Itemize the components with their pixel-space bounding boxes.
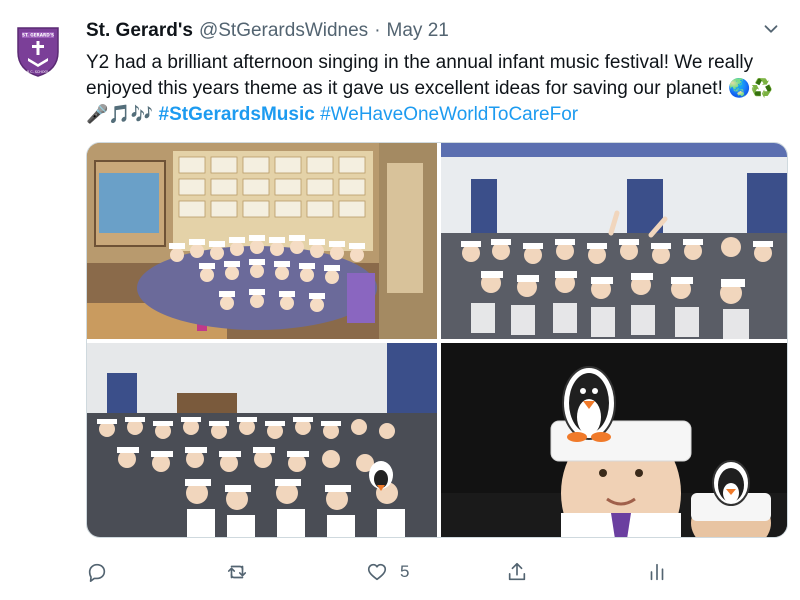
media-grid [86, 142, 788, 538]
tweet-body: Y2 had a brilliant afternoon singing in … [86, 52, 754, 99]
avatar[interactable]: ST. GERARD'S R.C. SCHOOL [6, 18, 70, 82]
chevron-down-icon [764, 25, 778, 33]
hashtag-stgerardsmusic[interactable]: #StGerardsMusic [159, 104, 315, 125]
separator-dot: · [374, 20, 381, 41]
school-crest-icon: ST. GERARD'S R.C. SCHOOL [6, 18, 70, 82]
like-button[interactable]: 5 [366, 558, 409, 586]
photo-classroom-group[interactable] [87, 143, 437, 339]
avatar-subtext: R.C. SCHOOL [27, 70, 49, 74]
tweet[interactable]: ST. GERARD'S R.C. SCHOOL St. Gerard's @S… [0, 0, 800, 600]
tweet-text: Y2 had a brilliant afternoon singing in … [86, 50, 776, 128]
retweet-icon [227, 565, 247, 579]
reply-icon [88, 563, 106, 582]
reply-button[interactable] [86, 558, 120, 586]
tweet-date[interactable]: May 21 [387, 20, 449, 42]
share-button[interactable] [506, 558, 540, 586]
photo-hall-children[interactable] [441, 143, 787, 339]
analytics-button[interactable] [646, 558, 668, 586]
author-handle[interactable]: @StGerardsWidnes [199, 20, 368, 42]
tweet-header: St. Gerard's @StGerardsWidnes · May 21 [86, 20, 760, 46]
author-name[interactable]: St. Gerard's [86, 20, 193, 42]
retweet-button[interactable] [226, 558, 260, 586]
photo-hall-audience[interactable] [87, 343, 437, 537]
hashtag-wehaveoneworld[interactable]: #WeHaveOneWorldToCareFor [320, 104, 578, 125]
photo-penguin-hat-boy[interactable] [441, 343, 787, 537]
heart-icon [367, 563, 387, 581]
share-icon [508, 562, 526, 581]
analytics-icon [650, 563, 664, 581]
like-count: 5 [400, 562, 410, 581]
more-options-button[interactable] [760, 18, 782, 40]
avatar-text: ST. GERARD'S [22, 33, 54, 38]
tweet-actions: 5 [86, 558, 686, 586]
